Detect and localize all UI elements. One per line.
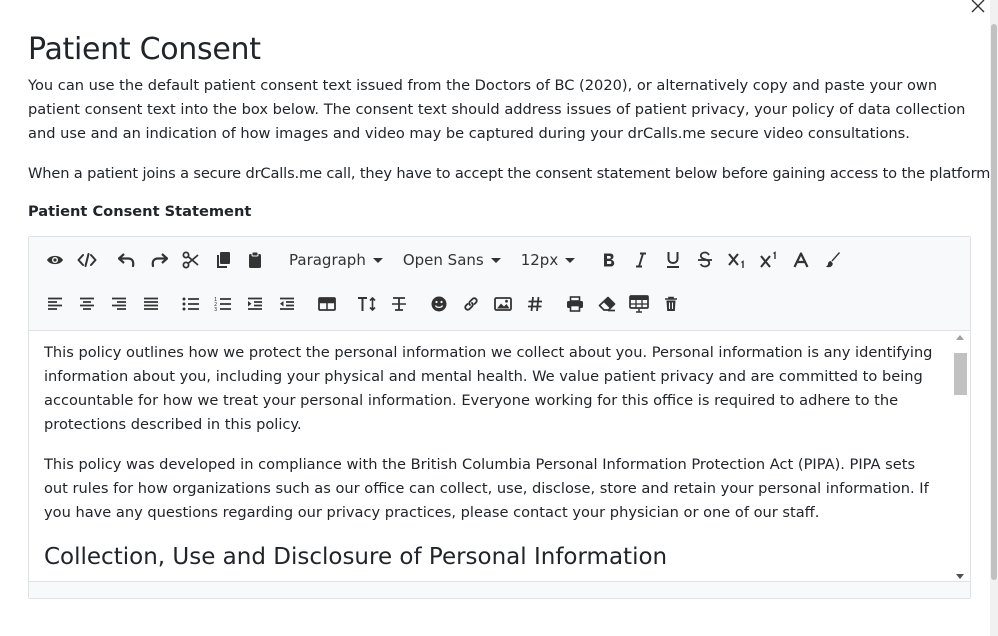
consent-field-label: Patient Consent Statement bbox=[28, 203, 252, 220]
code-view-icon[interactable] bbox=[71, 244, 103, 276]
clear-format-icon[interactable] bbox=[383, 288, 415, 320]
font-size-dropdown[interactable]: 12px bbox=[511, 244, 586, 276]
link-icon[interactable] bbox=[455, 288, 487, 320]
editor-scrollbar-thumb[interactable] bbox=[954, 353, 967, 395]
copy-icon[interactable] bbox=[207, 244, 239, 276]
eye-icon[interactable] bbox=[39, 244, 71, 276]
close-icon[interactable] bbox=[968, 0, 988, 16]
image-icon[interactable] bbox=[487, 288, 519, 320]
strikethrough-icon[interactable] bbox=[689, 244, 721, 276]
scissors-icon[interactable] bbox=[175, 244, 207, 276]
intro-paragraph: You can use the default patient consent … bbox=[28, 77, 966, 142]
consent-paragraph-1: This policy outlines how we protect the … bbox=[44, 344, 933, 433]
table-edit-icon[interactable] bbox=[623, 288, 655, 320]
editor-toolbar: Paragraph Open Sans 12px 1 2 3 bbox=[29, 237, 970, 331]
superscript-icon[interactable] bbox=[753, 244, 785, 276]
patient-consent-modal: Patient Consent You can use the default … bbox=[0, 0, 995, 636]
paste-icon[interactable] bbox=[239, 244, 271, 276]
scroll-up-arrow-icon[interactable] bbox=[956, 335, 964, 340]
chevron-down-icon bbox=[490, 257, 501, 263]
align-justify-icon[interactable] bbox=[135, 288, 167, 320]
chevron-down-icon bbox=[565, 257, 576, 263]
consent-rich-text-editor: Paragraph Open Sans 12px 1 2 3 This poli… bbox=[28, 236, 971, 599]
scroll-down-arrow-icon[interactable] bbox=[956, 574, 964, 579]
page-scrollbar[interactable] bbox=[990, 0, 998, 636]
page-title: Patient Consent bbox=[28, 32, 261, 67]
join-paragraph: When a patient joins a secure drCalls.me… bbox=[28, 165, 995, 182]
chevron-down-icon bbox=[372, 257, 383, 263]
consent-text-area[interactable]: This policy outlines how we protect the … bbox=[29, 331, 970, 581]
modal-content: Patient Consent You can use the default … bbox=[28, 30, 995, 232]
consent-section-heading: Collection, Use and Disclosure of Person… bbox=[44, 544, 668, 570]
editor-status-bar bbox=[29, 581, 970, 598]
paragraph-format-dropdown[interactable]: Paragraph bbox=[279, 244, 393, 276]
svg-text:3: 3 bbox=[214, 307, 217, 312]
line-height-icon[interactable] bbox=[351, 288, 383, 320]
redo-icon[interactable] bbox=[143, 244, 175, 276]
table-icon[interactable] bbox=[311, 288, 343, 320]
undo-icon[interactable] bbox=[111, 244, 143, 276]
hashtag-icon[interactable] bbox=[519, 288, 551, 320]
align-right-icon[interactable] bbox=[103, 288, 135, 320]
print-icon[interactable] bbox=[559, 288, 591, 320]
trash-icon[interactable] bbox=[655, 288, 687, 320]
consent-paragraph-2: This policy was developed in compliance … bbox=[44, 456, 929, 521]
align-left-icon[interactable] bbox=[39, 288, 71, 320]
eraser-icon[interactable] bbox=[591, 288, 623, 320]
subscript-icon[interactable] bbox=[721, 244, 753, 276]
underline-icon[interactable] bbox=[657, 244, 689, 276]
consent-text-content: This policy outlines how we protect the … bbox=[44, 341, 939, 573]
paint-brush-icon[interactable] bbox=[817, 244, 849, 276]
toolbar-row-2: 123 bbox=[39, 287, 687, 321]
toolbar-row-1: Paragraph Open Sans 12px bbox=[39, 243, 849, 277]
ordered-list-icon[interactable]: 123 bbox=[207, 288, 239, 320]
font-color-icon[interactable] bbox=[785, 244, 817, 276]
outdent-icon[interactable] bbox=[271, 288, 303, 320]
font-family-dropdown[interactable]: Open Sans bbox=[393, 244, 511, 276]
align-center-icon[interactable] bbox=[71, 288, 103, 320]
indent-icon[interactable] bbox=[239, 288, 271, 320]
unordered-list-icon[interactable] bbox=[175, 288, 207, 320]
page-scrollbar-thumb[interactable] bbox=[991, 24, 997, 580]
editor-scrollbar[interactable] bbox=[954, 335, 967, 579]
italic-icon[interactable] bbox=[625, 244, 657, 276]
bold-icon[interactable] bbox=[593, 244, 625, 276]
emoji-icon[interactable] bbox=[423, 288, 455, 320]
